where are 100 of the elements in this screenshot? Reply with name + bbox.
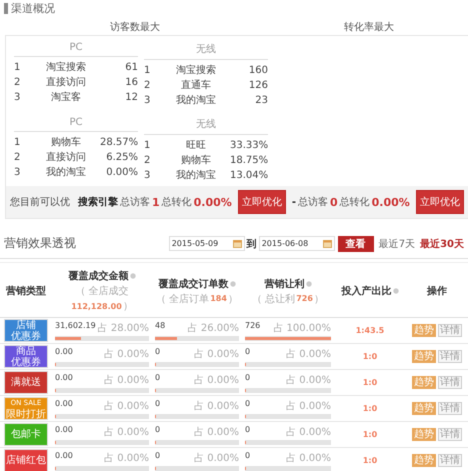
metric-value: 0.00 xyxy=(55,398,73,410)
action-button[interactable]: 趋势 xyxy=(412,376,436,389)
rank-cell-text: 1 xyxy=(144,64,152,78)
roi-value: 1:43.5 xyxy=(356,326,384,335)
value-cell-text: 12 xyxy=(124,91,138,105)
rank-cell-text: 2 xyxy=(144,79,152,93)
rank-cell-text: 1 xyxy=(14,61,22,75)
calendar-icon[interactable] xyxy=(322,239,332,248)
column-total: 112,128.00 xyxy=(71,302,122,310)
conversion-rate: 0.00% xyxy=(194,196,232,208)
column-total: 184 xyxy=(210,294,227,303)
metric-share: 占 0.00% xyxy=(194,452,239,464)
promotion-badge: 满就送 xyxy=(4,371,48,394)
date-field[interactable]: 2015-05-09 xyxy=(168,236,245,251)
action-button[interactable]: 趋势 xyxy=(412,402,436,415)
calendar-icon[interactable] xyxy=(232,239,242,248)
metric-share: 占 0.00% xyxy=(286,348,331,360)
action-button[interactable]: 详情 xyxy=(438,376,462,389)
value-cell-text: 6.25% xyxy=(105,151,138,165)
promotion-badge: 店铺 优惠券 xyxy=(4,319,48,342)
action-button[interactable]: 趋势 xyxy=(412,350,436,363)
metric-share: 占 0.00% xyxy=(194,348,239,360)
table-heading: 无线 xyxy=(144,40,268,60)
column-note: ） xyxy=(122,300,133,313)
metric-value: 0 xyxy=(155,398,160,410)
rank-cell-text: 1 xyxy=(14,136,22,150)
channel-cell-text: 旺旺 xyxy=(185,139,207,153)
channel-cell-text: 我的淘宝 xyxy=(175,168,217,183)
metric-share: 占 0.00% xyxy=(286,374,331,386)
value-cell-text: 0.00% xyxy=(105,166,138,180)
help-icon[interactable] xyxy=(306,280,312,286)
column-header: 营销类型 xyxy=(6,284,46,298)
value-cell-text: 23 xyxy=(254,94,268,108)
channel-cell-text: 我的淘宝 xyxy=(175,94,217,108)
rank-cell-text: 1 xyxy=(144,139,152,153)
help-icon[interactable] xyxy=(392,288,398,294)
metric-value: 0 xyxy=(245,372,250,384)
metric-value: 0.00 xyxy=(55,450,73,462)
section-title: 渠道概况 xyxy=(11,1,55,16)
action-button[interactable]: 趋势 xyxy=(412,324,436,337)
metric-share: 占 28.00% xyxy=(98,322,149,334)
column-heading: 访客数最大 xyxy=(109,20,161,34)
metric-share: 占 0.00% xyxy=(286,426,331,438)
column-header: 覆盖成交金额 xyxy=(68,269,128,283)
metric-value: 0 xyxy=(245,450,250,462)
metric-value: 0 xyxy=(245,346,250,358)
roi-value: 1:0 xyxy=(362,352,378,361)
channel-cell-text: 直通车 xyxy=(180,78,212,93)
rank-cell-text: 2 xyxy=(14,76,22,90)
query-button[interactable]: 查看 xyxy=(338,236,374,252)
value-cell-text: 18.75% xyxy=(230,154,268,168)
channel-cell-text: 淘宝搜索 xyxy=(175,64,217,78)
optimize-button[interactable]: 立即优化 xyxy=(416,190,464,214)
action-button[interactable]: 详情 xyxy=(438,350,462,363)
date-field[interactable]: 2015-06-08 xyxy=(258,236,335,251)
roi-value: 1:0 xyxy=(362,430,378,439)
conversion-label: 总转化 xyxy=(162,196,192,209)
metric-share: 占 0.00% xyxy=(104,374,149,386)
metric-share: 占 0.00% xyxy=(194,400,239,412)
column-note: ） xyxy=(314,292,324,306)
help-icon[interactable] xyxy=(130,273,136,279)
title-marker xyxy=(4,3,8,14)
rank-cell-text: 2 xyxy=(144,154,152,168)
channel-name: 搜索引擎 xyxy=(78,196,118,209)
metric-value: 0.00 xyxy=(55,424,73,436)
rank-cell-text: 2 xyxy=(14,151,22,165)
conversion-rate: 0.00% xyxy=(372,196,410,208)
action-button[interactable]: 详情 xyxy=(438,402,462,415)
metric-value: 31,602.19 xyxy=(55,320,96,332)
value-cell-text: 126 xyxy=(248,79,268,93)
metric-share: 占 0.00% xyxy=(286,400,331,412)
metric-share: 占 0.00% xyxy=(286,452,331,464)
action-button[interactable]: 详情 xyxy=(438,428,462,441)
rank-cell-text: 3 xyxy=(144,94,152,108)
roi-value: 1:0 xyxy=(362,456,378,465)
column-note: （ 全店成交 xyxy=(75,284,129,298)
metric-value: 0 xyxy=(245,424,250,436)
column-header: 投入产出比 xyxy=(342,284,392,298)
range-link[interactable]: 最近7天 xyxy=(378,236,416,250)
action-button[interactable]: 详情 xyxy=(438,324,462,337)
action-button[interactable]: 趋势 xyxy=(412,428,436,441)
metric-share: 占 0.00% xyxy=(194,426,239,438)
column-note: ） xyxy=(228,292,238,306)
action-button[interactable]: 趋势 xyxy=(412,454,436,467)
metric-value: 726 xyxy=(245,320,260,332)
optimize-button[interactable]: 立即优化 xyxy=(238,190,286,214)
metric-share: 占 0.00% xyxy=(104,426,149,438)
visitors-label: 总访客 xyxy=(298,196,328,209)
value-cell-text: 13.04% xyxy=(230,169,268,183)
optimize-label: 您目前可以优 xyxy=(10,196,70,209)
visitors-label: 总访客 xyxy=(120,196,150,209)
help-icon[interactable] xyxy=(230,280,236,286)
action-button[interactable]: 详情 xyxy=(438,454,462,467)
section-title: 营销效果透视 xyxy=(4,235,77,252)
column-header: 覆盖成交订单数 xyxy=(158,277,228,290)
range-link[interactable]: 最近30天 xyxy=(420,236,464,250)
metric-share: 占 0.00% xyxy=(104,348,149,360)
value-cell-text: 160 xyxy=(248,64,268,78)
roi-value: 1:0 xyxy=(362,404,378,413)
channel-name: - xyxy=(292,196,296,208)
